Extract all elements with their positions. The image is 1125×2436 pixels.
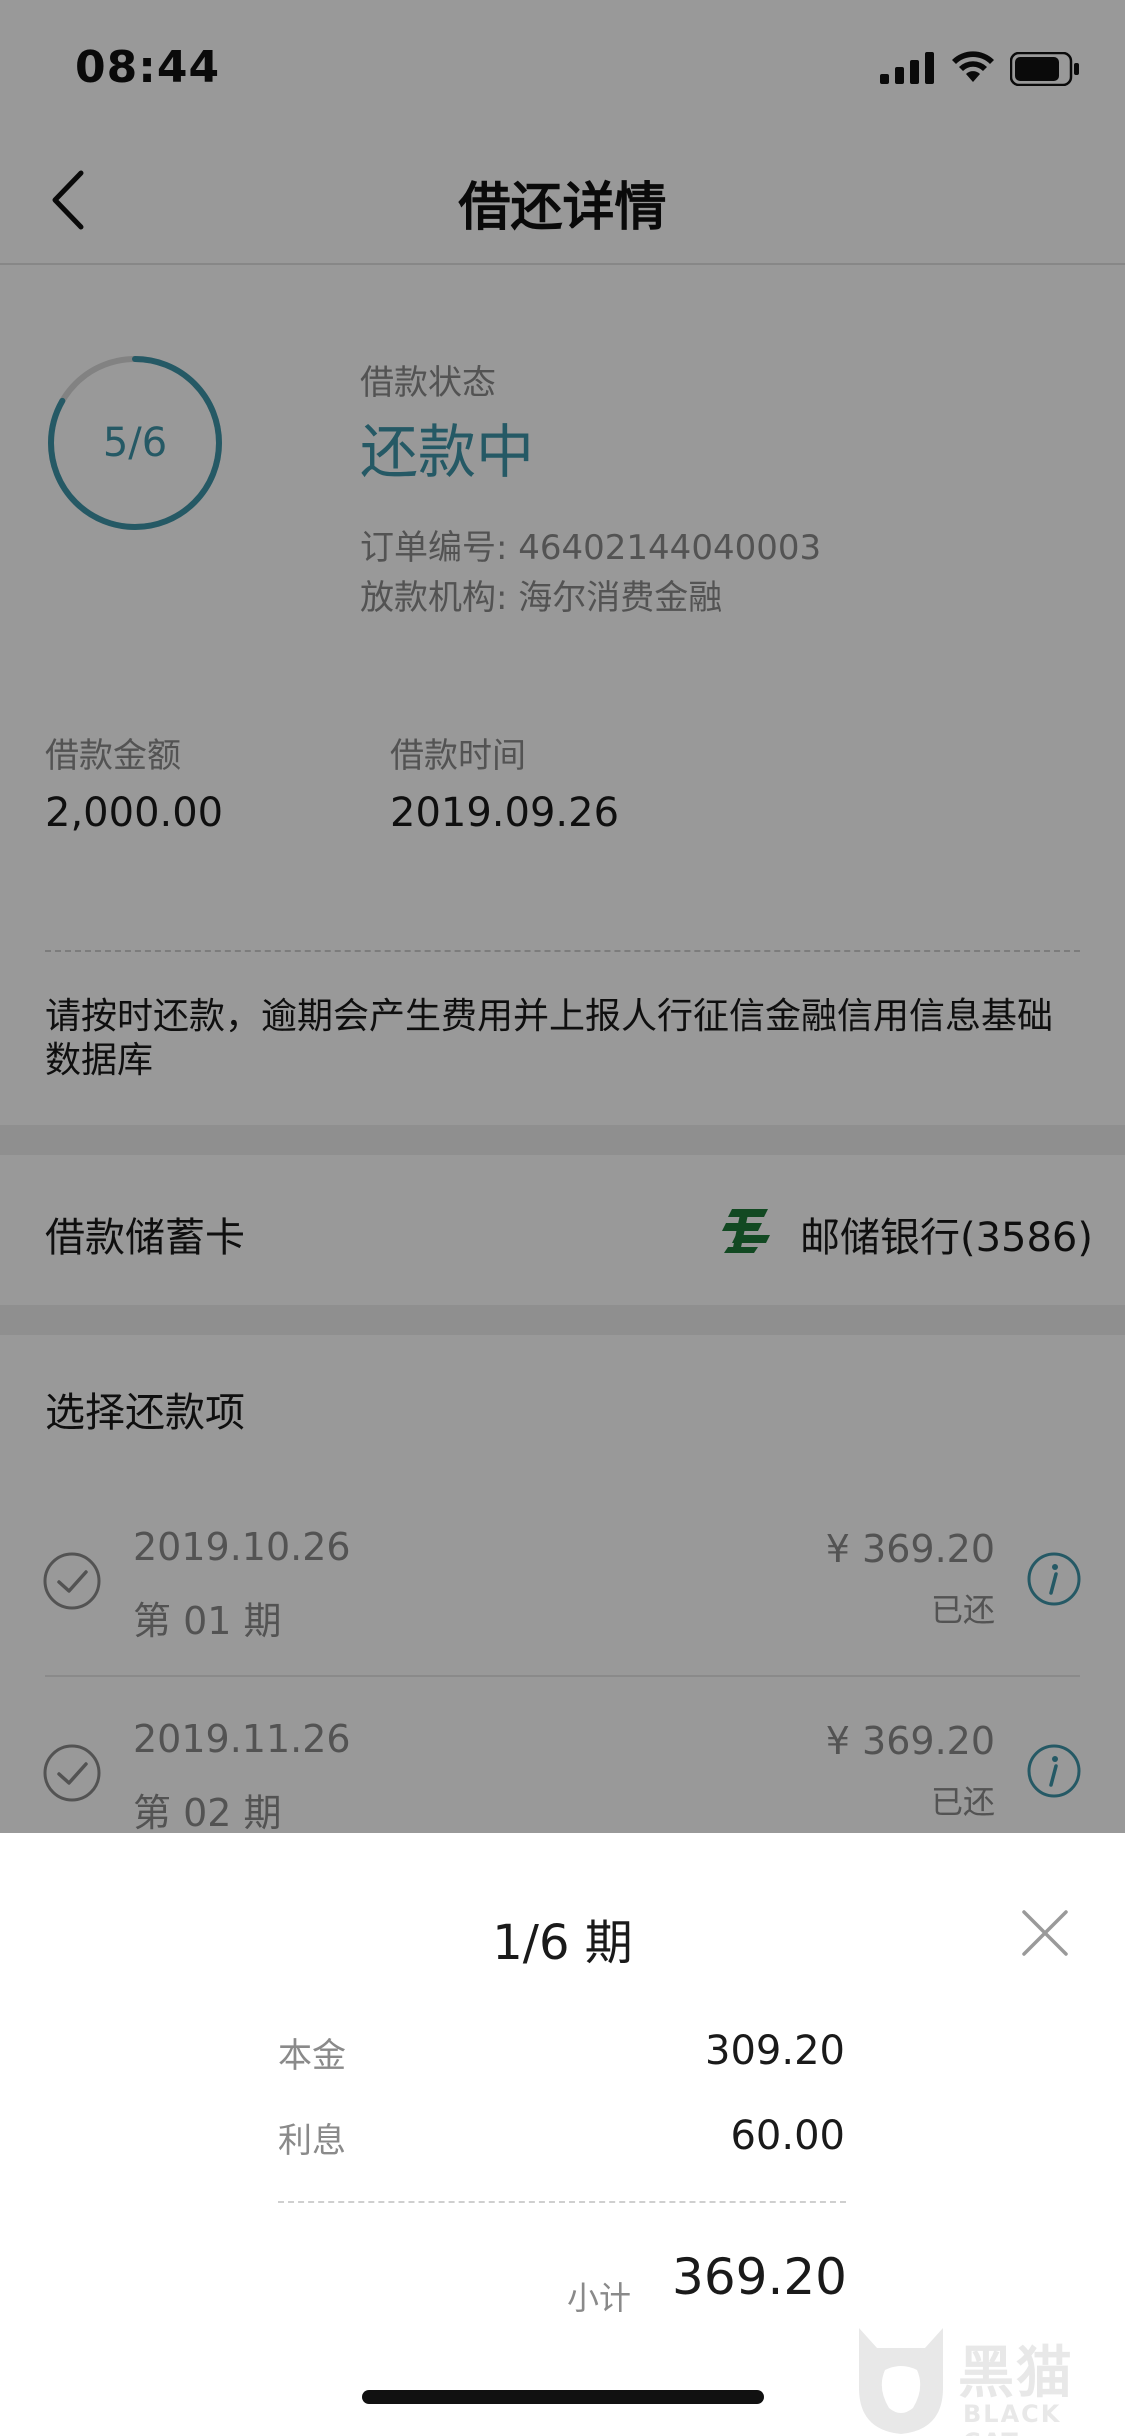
close-icon[interactable]: [1020, 1908, 1070, 1958]
principal-label: 本金: [278, 2036, 346, 2076]
subtotal-value: 369.20: [672, 2248, 847, 2306]
page: 08:44 借还详情 5/6 借款状态 还款中 订单编号: 4640214404…: [0, 0, 1125, 2436]
subtotal-label: 小计: [567, 2279, 632, 2317]
principal-value: 309.20: [705, 2028, 845, 2074]
watermark-subtext: BLACK CAT: [963, 2400, 1062, 2436]
interest-label: 利息: [278, 2121, 346, 2161]
cat-logo-icon: [859, 2328, 943, 2434]
divider: [278, 2201, 846, 2203]
sheet-title: 1/6 期: [492, 1915, 633, 1971]
interest-value: 60.00: [730, 2113, 845, 2159]
watermark-text: 黑猫: [958, 2341, 1074, 2406]
modal-backdrop[interactable]: [0, 0, 1125, 1833]
home-indicator[interactable]: [362, 2390, 764, 2404]
black-cat-watermark: 黑猫 BLACK CAT: [855, 2318, 1125, 2436]
